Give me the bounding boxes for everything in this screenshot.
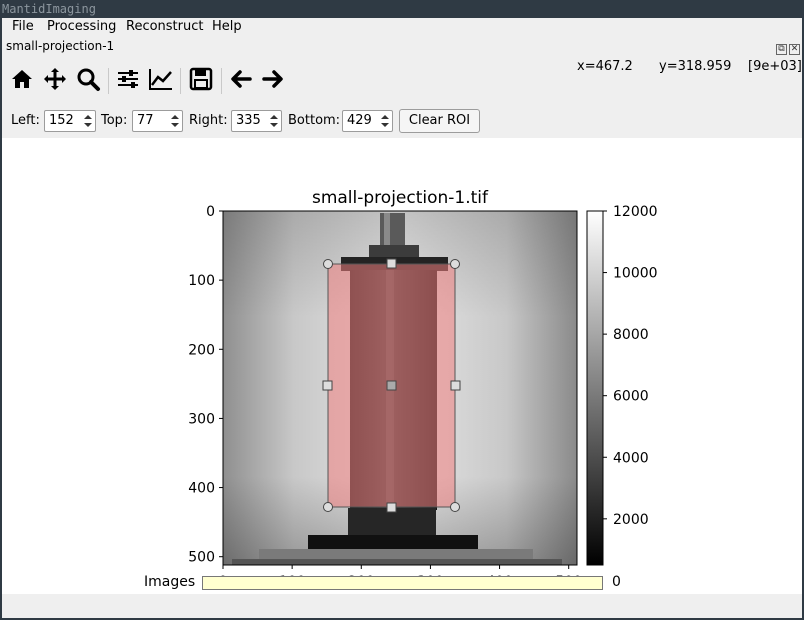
colorbar-tick-label: 2000 [613, 512, 649, 528]
spin-arrows-icon[interactable] [168, 111, 182, 131]
save-icon[interactable] [188, 66, 214, 92]
y-tick-label: 200 [188, 342, 215, 358]
roi-controls: Left: 152 Top: 77 Right: 335 Bottom: 429… [2, 108, 802, 134]
zoom-icon[interactable] [75, 66, 101, 92]
toolbar-separator [221, 68, 222, 94]
bottom-value[interactable]: 429 [347, 113, 372, 128]
images-slider-row: Images 0 [2, 574, 802, 593]
roi-corner-handle [450, 502, 460, 512]
colorbar-ticks: 2000 4000 6000 8000 10000 12000 [603, 204, 658, 528]
roi-center-handle [386, 380, 397, 391]
colorbar-tick-label: 4000 [613, 450, 649, 466]
edit-axis-icon[interactable] [148, 66, 174, 92]
pan-icon[interactable] [42, 66, 68, 92]
plot-canvas[interactable]: small-projection-1.tif 0 100 200 300 400… [2, 138, 802, 594]
image-plot[interactable]: small-projection-1.tif 0100200300400500 … [2, 138, 802, 594]
toolbar-separator [108, 68, 109, 94]
menu-help[interactable]: Help [212, 19, 242, 34]
plot-title: small-projection-1.tif [312, 188, 489, 208]
home-icon[interactable] [9, 66, 35, 92]
top-value[interactable]: 77 [137, 113, 154, 128]
configure-subplots-icon[interactable] [115, 66, 141, 92]
y-tick-label: 100 [188, 273, 215, 289]
top-spinbox[interactable]: 77 [132, 110, 183, 132]
images-label: Images [144, 574, 196, 590]
menubar: File Processing Reconstruct Help [2, 18, 802, 36]
window-title: MantidImaging [0, 0, 804, 18]
right-label: Right: [189, 113, 228, 128]
menu-file[interactable]: File [12, 19, 34, 34]
status-bar [2, 596, 802, 618]
y-tick-label: 0 [206, 204, 215, 220]
spin-arrows-icon[interactable] [81, 111, 95, 131]
right-spinbox[interactable]: 335 [231, 110, 282, 132]
y-tick-label: 500 [188, 550, 215, 566]
spin-arrows-icon[interactable] [267, 111, 281, 131]
colorbar [586, 210, 604, 566]
float-icon[interactable]: ⧉ [776, 44, 787, 55]
spin-arrows-icon[interactable] [378, 111, 392, 131]
dock-buttons: ⧉ ✕ [774, 40, 800, 55]
roi-corner-handle [323, 259, 333, 269]
roi-edge-handle [450, 380, 461, 391]
bottom-spinbox[interactable]: 429 [342, 110, 393, 132]
colorbar-tick-label: 8000 [613, 327, 649, 343]
document-title: small-projection-1 [6, 39, 115, 53]
y-tick-label: 400 [188, 481, 215, 497]
y-tick-label: 300 [188, 411, 215, 427]
roi-rectangle[interactable] [322, 258, 461, 513]
left-label: Left: [11, 113, 40, 128]
roi-edge-handle [386, 258, 397, 269]
bottom-label: Bottom: [288, 113, 341, 128]
colorbar-tick-label: 10000 [613, 266, 658, 282]
cursor-y-readout: y=318.959 [659, 59, 732, 74]
colorbar-tick-label: 6000 [613, 389, 649, 405]
main-window: File Processing Reconstruct Help small-p… [2, 18, 802, 618]
roi-corner-handle [450, 259, 460, 269]
roi-corner-handle [323, 502, 333, 512]
forward-arrow-icon[interactable] [260, 66, 286, 92]
menu-processing[interactable]: Processing [47, 19, 116, 34]
cursor-x-readout: x=467.2 [577, 59, 633, 74]
roi-edge-handle [386, 502, 397, 513]
images-count: 0 [612, 574, 621, 590]
clear-roi-button[interactable]: Clear ROI [399, 109, 480, 133]
colorbar-tick-label: 12000 [613, 204, 658, 220]
images-slider[interactable] [202, 576, 603, 590]
left-value[interactable]: 152 [49, 113, 74, 128]
pixel-value-readout: [9e+03] [748, 59, 802, 74]
top-label: Top: [101, 113, 128, 128]
left-spinbox[interactable]: 152 [44, 110, 96, 132]
back-arrow-icon[interactable] [228, 66, 254, 92]
toolbar-separator [180, 68, 181, 94]
roi-edge-handle [322, 380, 333, 391]
right-value[interactable]: 335 [236, 113, 261, 128]
close-icon[interactable]: ✕ [789, 44, 800, 55]
menu-reconstruct[interactable]: Reconstruct [126, 19, 204, 34]
